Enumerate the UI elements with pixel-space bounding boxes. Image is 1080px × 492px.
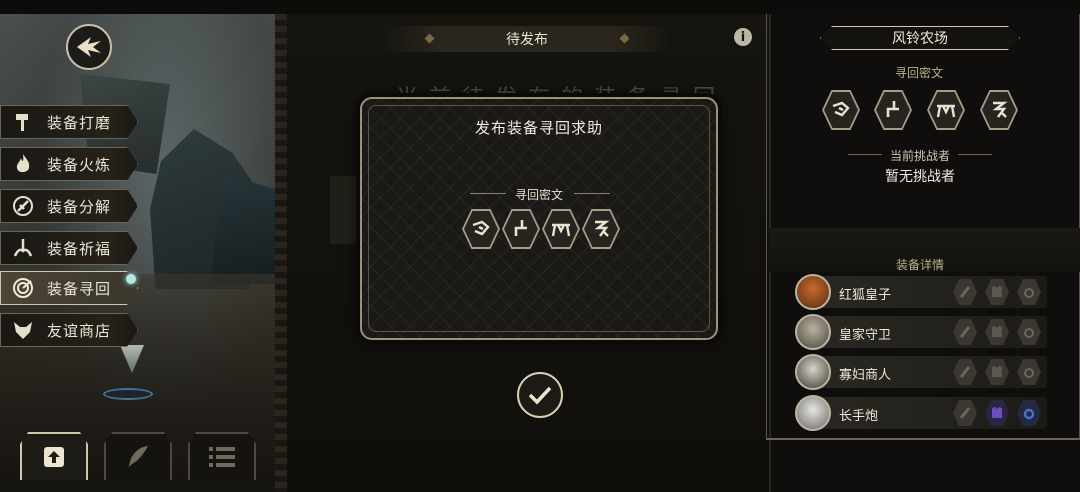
modal-title: 发布装备寻回求助 — [474, 119, 603, 137]
hero-row[interactable]: 红狐皇子 — [795, 274, 1047, 310]
challenger-label: 当前挑战者 — [889, 149, 950, 163]
ring-slot-icon[interactable] — [1017, 319, 1041, 345]
disassemble-icon — [9, 192, 37, 220]
divider-line — [574, 193, 610, 194]
hero-avatar — [795, 395, 831, 431]
weapon-slot-icon[interactable] — [953, 319, 977, 345]
menu-item-label: 装备打磨 — [47, 113, 112, 132]
armor-slot-icon[interactable] — [985, 279, 1009, 305]
hero-name: 长手炮 — [839, 409, 879, 424]
hero-row[interactable]: 皇家守卫 — [795, 314, 1047, 350]
menu-item-retrieve[interactable]: 装备寻回 — [0, 271, 138, 305]
menu-item-label: 友谊商店 — [47, 321, 112, 340]
menu-item-forge[interactable]: 装备火炼 — [0, 147, 138, 181]
hero-name: 红狐皇子 — [839, 288, 892, 303]
upload-icon — [44, 447, 64, 467]
hero-row[interactable]: 寡妇商人 — [795, 354, 1047, 390]
notification-dot — [126, 274, 136, 284]
list-button[interactable] — [188, 432, 256, 480]
panel-border — [275, 14, 287, 492]
ring-slot-icon[interactable] — [1017, 359, 1041, 385]
hammer-icon — [9, 108, 37, 136]
confirm-button[interactable] — [517, 372, 563, 418]
publish-modal: 发布装备寻回求助 寻回密文 — [360, 97, 718, 340]
weapon-slot-icon[interactable] — [953, 400, 977, 426]
ring-slot-icon[interactable] — [1017, 279, 1041, 305]
hero-name: 寡妇商人 — [839, 368, 892, 383]
feather-button[interactable] — [104, 432, 172, 480]
pending-header: 待发布 — [382, 26, 672, 52]
pending-header-label: 待发布 — [506, 32, 548, 48]
menu-item-label: 装备寻回 — [47, 279, 112, 298]
menu-item-label: 装备火炼 — [47, 155, 112, 174]
menu-item-disassemble[interactable]: 装备分解 — [0, 189, 138, 223]
diamond-ornament — [424, 33, 435, 44]
checkmark-icon — [528, 386, 552, 405]
armor-slot-icon[interactable] — [985, 319, 1009, 345]
upload-button[interactable] — [20, 432, 88, 480]
menu-item-polish[interactable]: 装备打磨 — [0, 105, 138, 139]
flame-icon — [9, 150, 37, 178]
hero-avatar — [795, 314, 831, 350]
ring-slot-icon[interactable] — [1017, 400, 1041, 426]
farm-name-banner: 风铃农场 — [820, 26, 1020, 50]
feather-icon — [129, 446, 148, 467]
menu-item-label: 装备祈福 — [47, 239, 112, 258]
weapon-slot-icon[interactable] — [953, 279, 977, 305]
fox-icon — [9, 316, 37, 344]
menu-item-friend-shop[interactable]: 友谊商店 — [0, 313, 138, 347]
back-button[interactable] — [66, 24, 112, 70]
hero-row[interactable]: 长手炮 — [795, 395, 1047, 431]
runes-section-label: 寻回密文 — [895, 66, 944, 80]
challenger-value: 暂无挑战者 — [885, 169, 955, 185]
menu-item-blessing[interactable]: 装备祈福 — [0, 231, 138, 265]
hero-avatar — [795, 274, 831, 310]
diamond-ornament — [619, 33, 630, 44]
divider-line — [958, 154, 992, 155]
hero-avatar — [795, 354, 831, 390]
back-arrow-icon — [77, 37, 101, 57]
armor-slot-icon[interactable] — [985, 400, 1009, 426]
blessing-icon — [9, 234, 37, 262]
details-label: 装备详情 — [895, 258, 944, 272]
hero-name: 皇家守卫 — [839, 328, 892, 343]
list-icon — [209, 447, 235, 467]
menu-item-label: 装备分解 — [47, 197, 112, 216]
target-icon — [9, 274, 37, 302]
info-icon[interactable]: i — [734, 28, 752, 46]
weapon-slot-icon[interactable] — [953, 359, 977, 385]
modal-inner-border — [368, 105, 710, 332]
modal-runes-label: 寻回密文 — [514, 188, 563, 202]
waypoint-ring — [103, 388, 153, 400]
armor-slot-icon[interactable] — [985, 359, 1009, 385]
